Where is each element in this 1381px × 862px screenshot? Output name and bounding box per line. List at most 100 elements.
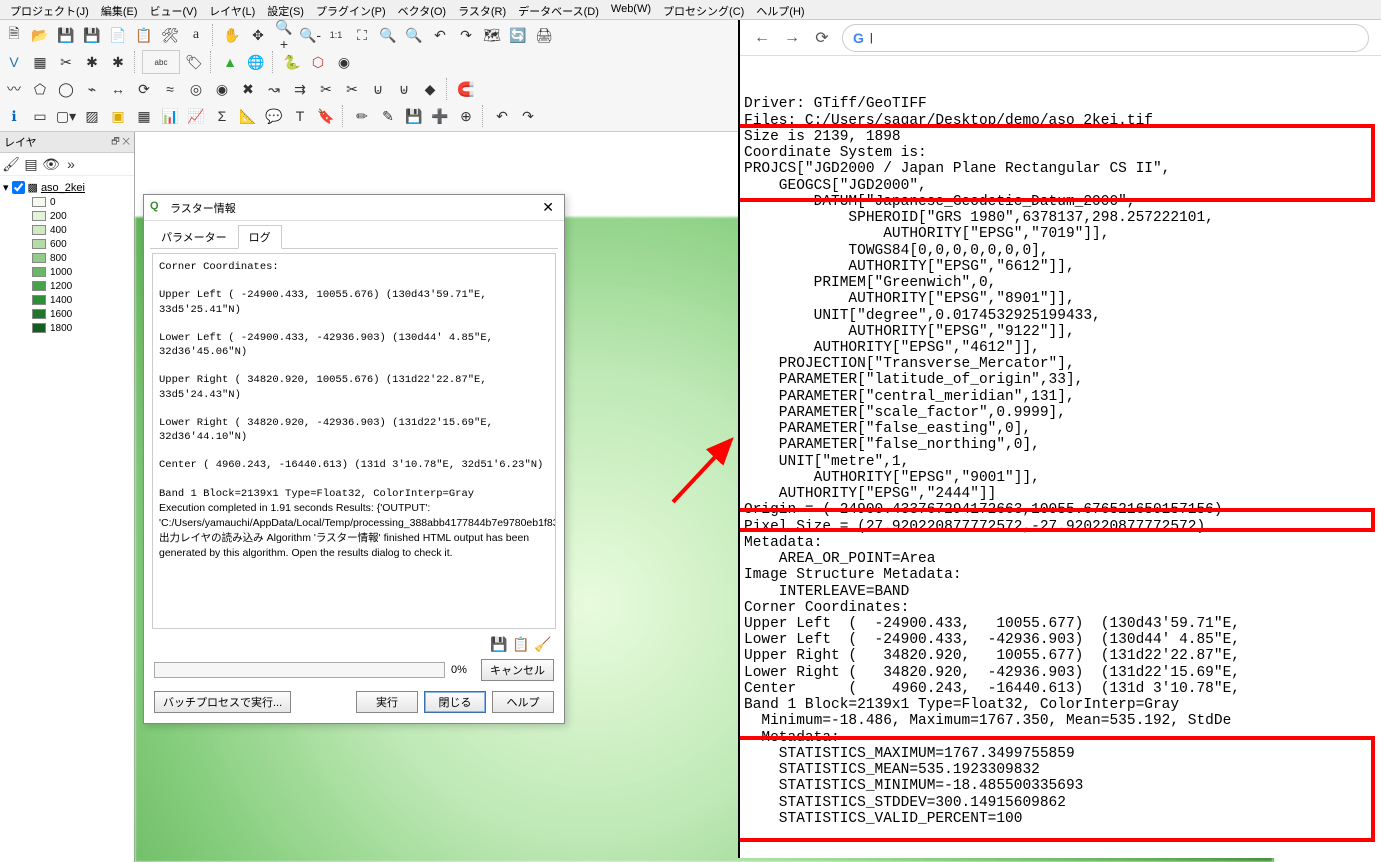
menu-settings[interactable]: 設定(S) — [261, 0, 310, 19]
python-console-icon[interactable]: 🐍 — [280, 50, 304, 74]
menu-raster[interactable]: ラスタ(R) — [452, 0, 512, 19]
undo-icon[interactable]: ↶ — [490, 104, 514, 128]
layer-item-aso2kei[interactable]: ▾ ▩ aso_2kei — [2, 180, 132, 195]
add-feature-icon[interactable]: ➕ — [428, 104, 452, 128]
zoom-selection-icon[interactable]: 🔍 — [376, 23, 400, 47]
edit-nodetool-icon[interactable]: ◆ — [418, 77, 442, 101]
layer-style-icon[interactable]: 🖌 — [2, 155, 20, 173]
back-icon[interactable]: ← — [752, 29, 772, 47]
layer-visibility-icon[interactable]: 👁 — [42, 155, 60, 173]
edit-split-icon[interactable]: ✂ — [314, 77, 338, 101]
tab-parameters[interactable]: パラメーター — [150, 225, 238, 248]
address-bar[interactable]: G | — [842, 24, 1369, 52]
menu-help[interactable]: ヘルプ(H) — [750, 0, 810, 19]
zoom-in-icon[interactable]: 🔍+ — [272, 23, 296, 47]
edit-mergeattr-icon[interactable]: ⊎ — [392, 77, 416, 101]
pencil-icon[interactable]: ✏ — [350, 104, 374, 128]
close-button[interactable]: 閉じる — [424, 691, 486, 713]
open-table-icon[interactable]: ▦ — [132, 104, 156, 128]
node-remove-icon[interactable]: ✱ — [106, 50, 130, 74]
add-vector-icon[interactable]: V — [2, 50, 26, 74]
network-icon[interactable]: ◉ — [332, 50, 356, 74]
bookmarks-icon[interactable]: 🔖 — [314, 104, 338, 128]
zoom-full-icon[interactable]: ⛶ — [350, 23, 374, 47]
label-settings-icon[interactable]: 🏷 — [182, 50, 206, 74]
cancel-button[interactable]: キャンセル — [481, 659, 554, 681]
new-project-icon[interactable]: 🗎 — [2, 23, 26, 47]
zoom-out-icon[interactable]: 🔍- — [298, 23, 322, 47]
edit-rotate-icon[interactable]: ⟳ — [132, 77, 156, 101]
layer-name[interactable]: aso_2kei — [41, 182, 85, 194]
help-button[interactable]: ヘルプ — [492, 691, 554, 713]
add-raster-icon[interactable]: ▦ — [28, 50, 52, 74]
layer-visibility-checkbox[interactable] — [12, 181, 25, 194]
layout-icon[interactable]: 📄 — [106, 23, 130, 47]
menu-edit[interactable]: 編集(E) — [95, 0, 144, 19]
edit-merge-icon[interactable]: ⊍ — [366, 77, 390, 101]
menu-project[interactable]: プロジェクト(J) — [4, 0, 95, 19]
pan-to-selection-icon[interactable]: ✥ — [246, 23, 270, 47]
annotation-icon[interactable]: T — [288, 104, 312, 128]
sigma-icon[interactable]: Σ — [210, 104, 234, 128]
layer-filter-icon[interactable]: ▤ — [22, 155, 40, 173]
save-edits-icon[interactable]: 💾 — [402, 104, 426, 128]
batch-process-button[interactable]: バッチプロセスで実行... — [154, 691, 291, 713]
scissors-icon[interactable]: ✂ — [54, 50, 78, 74]
redo-icon[interactable]: ↷ — [516, 104, 540, 128]
style-manager-icon[interactable]: 🛠 — [158, 23, 182, 47]
digitize-ring-icon[interactable]: ◯ — [54, 77, 78, 101]
run-button[interactable]: 実行 — [356, 691, 418, 713]
menu-processing[interactable]: プロセシング(C) — [657, 0, 750, 19]
close-icon[interactable]: ✕ — [538, 199, 558, 216]
forward-icon[interactable]: → — [782, 29, 802, 47]
edit-move-icon[interactable]: ↔ — [106, 77, 130, 101]
dialog-titlebar[interactable]: Q ラスター情報 ✕ — [144, 195, 564, 221]
panel-dock-icon[interactable]: 🗗 ✕ — [111, 134, 130, 150]
edits-toggle-icon[interactable]: ✎ — [376, 104, 400, 128]
digitize-trace-icon[interactable]: ⌁ — [80, 77, 104, 101]
plugin-2-icon[interactable]: 🌐 — [244, 50, 268, 74]
print-icon[interactable]: 🖨 — [532, 23, 556, 47]
select-more-icon[interactable]: ▢▾ — [54, 104, 78, 128]
menu-database[interactable]: データベース(D) — [512, 0, 605, 19]
zoom-layer-icon[interactable]: 🔍 — [402, 23, 426, 47]
edit-addring-icon[interactable]: ◎ — [184, 77, 208, 101]
zoom-last-icon[interactable]: ↶ — [428, 23, 452, 47]
menu-layer[interactable]: レイヤ(L) — [203, 0, 261, 19]
layer-expand-icon[interactable]: » — [62, 155, 80, 173]
font-icon[interactable]: a — [184, 23, 208, 47]
refresh-icon[interactable]: 🔄 — [506, 23, 530, 47]
edit-fillring-icon[interactable]: ◉ — [210, 77, 234, 101]
log-output[interactable]: Corner Coordinates: Upper Left ( -24900.… — [152, 253, 556, 629]
expand-icon[interactable]: ▾ — [3, 181, 9, 194]
clear-log-icon[interactable]: 🧹 — [534, 635, 552, 653]
menu-view[interactable]: ビュー(V) — [144, 0, 204, 19]
snapping-icon[interactable]: 🧲 — [454, 77, 478, 101]
layout-manager-icon[interactable]: 📋 — [132, 23, 156, 47]
select-icon[interactable]: ▭ — [28, 104, 52, 128]
menu-vector[interactable]: ベクタ(O) — [392, 0, 452, 19]
edit-offset-icon[interactable]: ⇉ — [288, 77, 312, 101]
edit-simplify-icon[interactable]: ≈ — [158, 77, 182, 101]
edit-splitpart-icon[interactable]: ✂ — [340, 77, 364, 101]
maptips-icon[interactable]: 💬 — [262, 104, 286, 128]
deselect-icon[interactable]: ▨ — [80, 104, 104, 128]
plugin-1-icon[interactable]: ▲ — [218, 50, 242, 74]
node-add-icon[interactable]: ✱ — [80, 50, 104, 74]
mesh-icon[interactable]: ⬡ — [306, 50, 330, 74]
abc-label-icon[interactable]: abc — [142, 50, 180, 74]
measure-icon[interactable]: 📐 — [236, 104, 260, 128]
copy-log-icon[interactable]: 📋 — [512, 635, 530, 653]
save-as-icon[interactable]: 💾 — [80, 23, 104, 47]
open-project-icon[interactable]: 📂 — [28, 23, 52, 47]
select-expr-icon[interactable]: ▣ — [106, 104, 130, 128]
cad-icon[interactable]: ⊕ — [454, 104, 478, 128]
save-log-icon[interactable]: 💾 — [490, 635, 508, 653]
edit-reshape-icon[interactable]: ↝ — [262, 77, 286, 101]
edit-delpart-icon[interactable]: ✖ — [236, 77, 260, 101]
reload-icon[interactable]: ⟳ — [812, 28, 832, 48]
digitize-poly-icon[interactable]: ⬠ — [28, 77, 52, 101]
digitize-line-icon[interactable]: 〰 — [2, 77, 26, 101]
save-icon[interactable]: 💾 — [54, 23, 78, 47]
field-calc-icon[interactable]: 📊 — [158, 104, 182, 128]
